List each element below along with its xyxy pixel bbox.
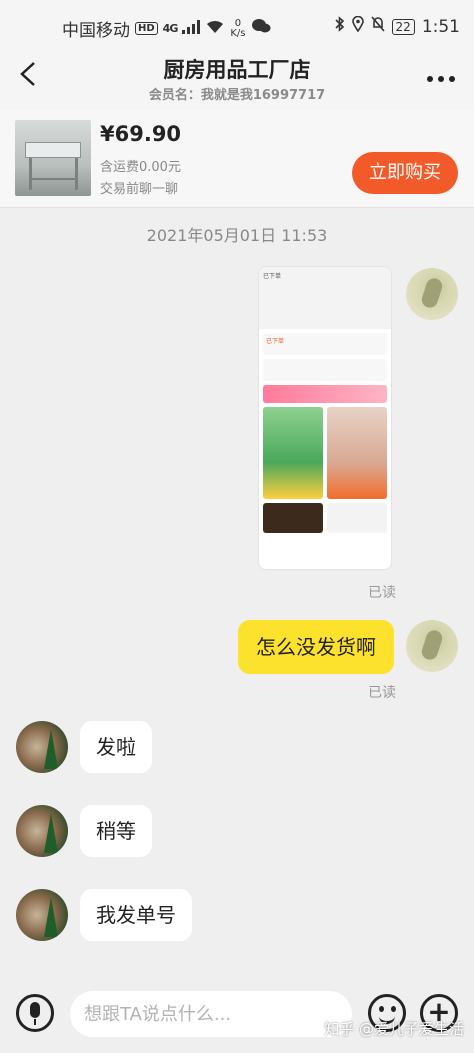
- peer-avatar[interactable]: [16, 805, 68, 857]
- mute-bell-icon: [370, 16, 385, 37]
- hd-badge: HD: [135, 22, 158, 35]
- screenshot-package-row: [263, 359, 387, 381]
- product-image[interactable]: [15, 120, 91, 196]
- more-dots-icon: [427, 76, 455, 82]
- screenshot-grid: [263, 407, 387, 499]
- screenshot-banner: [263, 385, 387, 403]
- buy-now-button[interactable]: 立即购买: [352, 152, 458, 194]
- message-timestamp: 2021年05月01日 11:53: [146, 226, 328, 245]
- self-message-bubble[interactable]: 怎么没发货啊: [238, 620, 394, 674]
- status-bar: 中国移动 HD 4G 0 K/s 22 1:51: [0, 0, 474, 50]
- battery-icon: 22: [391, 18, 415, 35]
- status-left: 中国移动 HD 4G 0 K/s: [62, 16, 271, 41]
- wifi-icon: [205, 19, 225, 39]
- peer-avatar[interactable]: [16, 721, 68, 773]
- carrier-name: 中国移动: [62, 21, 130, 41]
- product-price: ¥69.90: [100, 122, 182, 146]
- status-right: 22 1:51: [334, 15, 460, 37]
- peer-message-bubble[interactable]: 稍等: [80, 805, 152, 857]
- self-avatar[interactable]: [406, 620, 458, 672]
- chat-header: 厨房用品工厂店 会员名：我就是我16997717: [0, 50, 474, 110]
- screenshot-message[interactable]: 已下单 已下单: [258, 266, 392, 570]
- signal-icon: [182, 19, 201, 39]
- read-receipt: 已读: [368, 685, 396, 701]
- location-icon: [351, 15, 364, 37]
- bluetooth-icon: [334, 16, 345, 37]
- more-options-button[interactable]: [426, 62, 456, 86]
- chat-note: 交易前聊一聊: [100, 182, 179, 197]
- peer-message-bubble[interactable]: 我发单号: [80, 889, 192, 941]
- screenshot-footer: [263, 503, 387, 533]
- wechat-icon: [251, 18, 271, 39]
- network-type: 4G: [162, 22, 179, 35]
- microphone-icon[interactable]: [16, 994, 54, 1032]
- message-input[interactable]: [70, 991, 352, 1037]
- watermark: 知乎 @爱儿子爱生活: [324, 1020, 464, 1038]
- member-name: 会员名：我就是我16997717: [148, 88, 326, 103]
- screenshot-header: 已下单: [259, 267, 391, 329]
- screenshot-order-row: 已下单: [263, 333, 387, 355]
- shipping-info: 含运费0.00元: [100, 160, 181, 175]
- peer-avatar[interactable]: [16, 889, 68, 941]
- clock: 1:51: [421, 16, 460, 37]
- peer-message-bubble[interactable]: 发啦: [80, 721, 152, 773]
- product-card[interactable]: ¥69.90 含运费0.00元 交易前聊一聊 立即购买: [0, 110, 474, 208]
- shop-title: 厨房用品工厂店: [163, 58, 311, 82]
- read-receipt: 已读: [368, 585, 396, 601]
- network-speed: 0 K/s: [230, 17, 246, 39]
- self-avatar[interactable]: [406, 268, 458, 320]
